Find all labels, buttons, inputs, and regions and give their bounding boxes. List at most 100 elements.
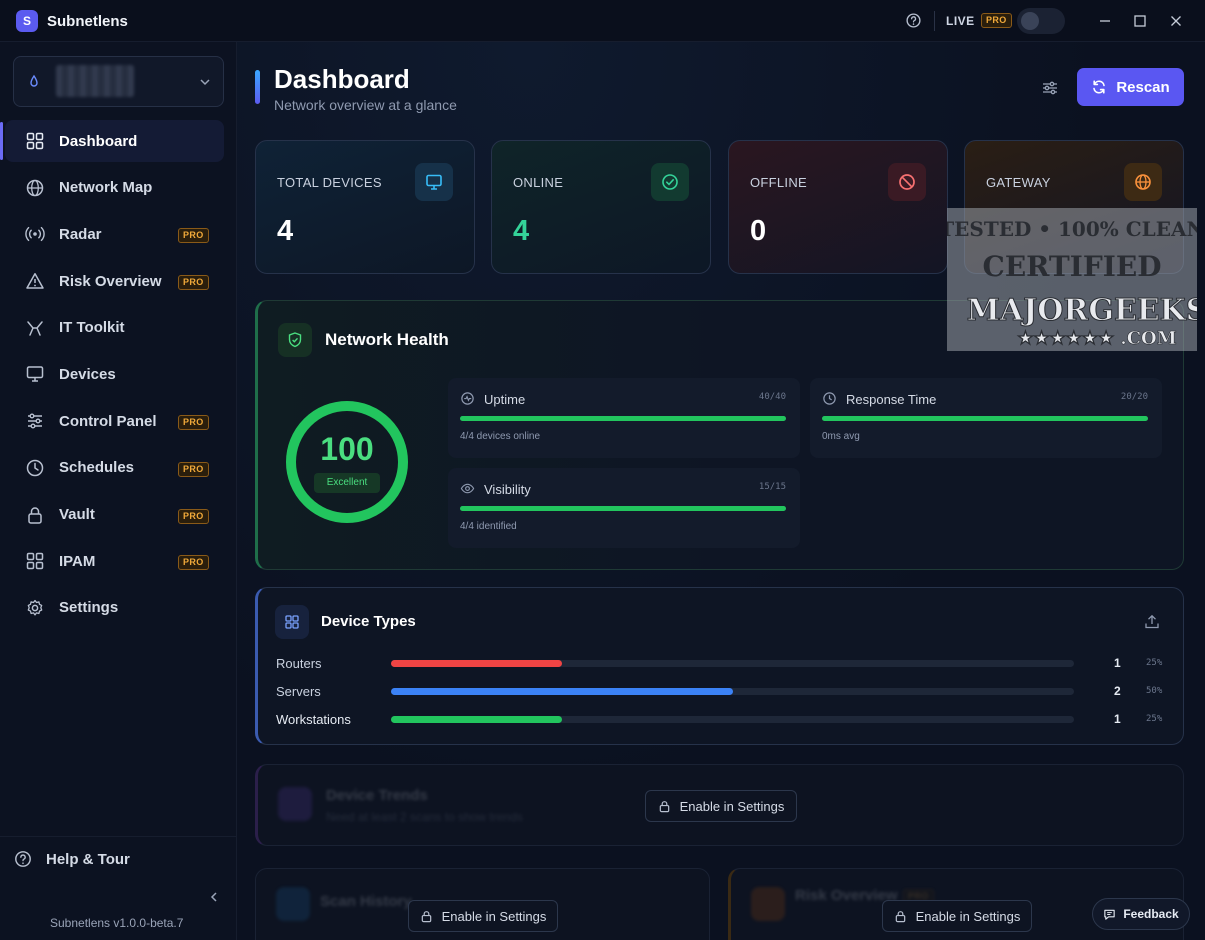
health-score: 100 (320, 431, 374, 467)
stat-value: 4 (277, 215, 294, 247)
stat-card-online: ONLINE 4 (491, 140, 711, 274)
dashboard-grid-icon (26, 132, 44, 150)
sidebar-item-settings[interactable]: Settings (5, 587, 224, 629)
ipam-grid-icon (26, 552, 44, 570)
maximize-icon[interactable] (1131, 12, 1149, 30)
stat-label: OFFLINE (750, 175, 807, 190)
page-subtitle: Network overview at a glance (274, 97, 457, 113)
pro-badge: PRO (981, 13, 1012, 28)
live-label: LIVE (946, 14, 975, 28)
monitor-icon (426, 174, 442, 190)
warning-icon (26, 273, 44, 289)
metric-title: Visibility (484, 482, 531, 497)
rescan-button[interactable]: Rescan (1077, 68, 1184, 106)
device-type-track (391, 716, 1074, 723)
chat-icon (1104, 909, 1116, 920)
network-selector[interactable] (13, 56, 224, 107)
sidebar-item-control-panel[interactable]: Control Panel PRO (5, 400, 224, 442)
device-type-row: Workstations 1 25% (276, 709, 1176, 729)
metric-subtext: 0ms avg (822, 431, 860, 442)
radar-icon (25, 227, 45, 242)
collapse-sidebar-icon[interactable] (207, 890, 221, 904)
sidebar-item-risk-overview[interactable]: Risk Overview PRO (5, 260, 224, 302)
stat-icon-box (651, 163, 689, 201)
device-type-percent: 50% (1146, 686, 1163, 696)
pro-badge: PRO (178, 228, 209, 244)
section-title: Device Types (321, 613, 416, 630)
enable-label: Enable in Settings (679, 798, 785, 814)
stat-card-offline: OFFLINE 0 (728, 140, 948, 274)
sidebar-item-dashboard[interactable]: Dashboard (0, 120, 224, 162)
lock-icon (659, 800, 669, 812)
title-accent-bar (255, 70, 260, 104)
device-grid-icon (285, 615, 299, 629)
shield-icon (288, 332, 302, 348)
watermark-line-2: CERTIFIED (983, 250, 1162, 283)
pro-badge: PRO (178, 508, 209, 524)
pro-badge: PRO (178, 415, 209, 431)
globe-icon (1135, 174, 1151, 190)
stat-value: 0 (750, 215, 767, 247)
clock-icon (26, 459, 44, 477)
trends-icon-box (278, 787, 312, 821)
help-tour-button[interactable]: Help & Tour (14, 850, 130, 868)
history-title: Scan History (320, 893, 412, 910)
trends-subtitle: Need at least 2 scans to show trends (326, 810, 523, 824)
metric-subtext: 4/4 identified (460, 521, 517, 532)
export-icon[interactable] (1143, 613, 1161, 631)
metric-progress-track (822, 416, 1148, 421)
watermark-line-4: ★★★★★★ .COM (1017, 328, 1176, 349)
sidebar-item-devices[interactable]: Devices (5, 353, 224, 395)
metric-progress-track (460, 416, 786, 421)
device-type-row: Routers 1 25% (276, 653, 1176, 673)
stat-icon-box (415, 163, 453, 201)
stat-icon-box (1124, 163, 1162, 201)
section-icon-box (275, 605, 309, 639)
gear-icon (27, 599, 43, 616)
filter-sliders-icon[interactable] (1039, 77, 1061, 99)
watermark-line-3: MAJORGEEKS (967, 293, 1197, 328)
sidebar-item-label: Devices (59, 365, 116, 383)
close-icon[interactable] (1167, 12, 1185, 30)
metric-score: 15/15 (758, 482, 786, 492)
sidebar-item-ipam[interactable]: IPAM PRO (5, 540, 224, 582)
eye-icon (460, 483, 475, 494)
device-type-count: 2 (1114, 684, 1121, 698)
rescan-label: Rescan (1116, 78, 1170, 96)
toolkit-icon (27, 321, 43, 336)
app-title: Subnetlens (47, 13, 128, 30)
refresh-icon (1093, 80, 1106, 94)
app-logo: S (16, 10, 38, 32)
sidebar-item-label: Network Map (59, 179, 153, 197)
sidebar-item-radar[interactable]: Radar PRO (5, 213, 224, 255)
stat-label: TOTAL DEVICES (277, 175, 382, 190)
sidebar-item-network-map[interactable]: Network Map (5, 167, 224, 209)
sidebar-item-label: Risk Overview (59, 272, 162, 290)
stat-label: ONLINE (513, 175, 564, 190)
section-icon-box (278, 323, 312, 357)
feedback-button[interactable]: Feedback (1092, 898, 1190, 930)
sidebar-item-it-toolkit[interactable]: IT Toolkit (5, 307, 224, 349)
device-type-bar (391, 688, 733, 695)
live-toggle[interactable] (1017, 8, 1065, 34)
metric-response-time: Response Time 20/20 0ms avg (810, 378, 1162, 458)
minimize-icon[interactable] (1096, 12, 1114, 30)
help-icon[interactable] (905, 12, 922, 29)
check-circle-icon (662, 174, 678, 190)
network-icon (30, 74, 38, 87)
page-title: Dashboard (274, 64, 410, 94)
metric-title: Response Time (846, 392, 937, 407)
sidebar-item-vault[interactable]: Vault PRO (5, 494, 224, 536)
sidebar-item-label: Settings (59, 599, 119, 617)
metric-uptime: Uptime 40/40 4/4 devices online (448, 378, 800, 458)
enable-in-settings-button[interactable]: Enable in Settings (645, 790, 797, 822)
title-bar: S Subnetlens LIVE PRO (0, 0, 1205, 42)
enable-in-settings-button[interactable]: Enable in Settings (408, 900, 558, 932)
sidebar-divider (0, 836, 237, 837)
metric-visibility: Visibility 15/15 4/4 identified (448, 468, 800, 548)
stat-label: GATEWAY (986, 175, 1051, 190)
enable-in-settings-button[interactable]: Enable in Settings (882, 900, 1032, 932)
health-grade-badge: Excellent (314, 473, 380, 493)
sidebar-item-schedules[interactable]: Schedules PRO (5, 447, 224, 489)
pro-badge: PRO (178, 461, 209, 477)
